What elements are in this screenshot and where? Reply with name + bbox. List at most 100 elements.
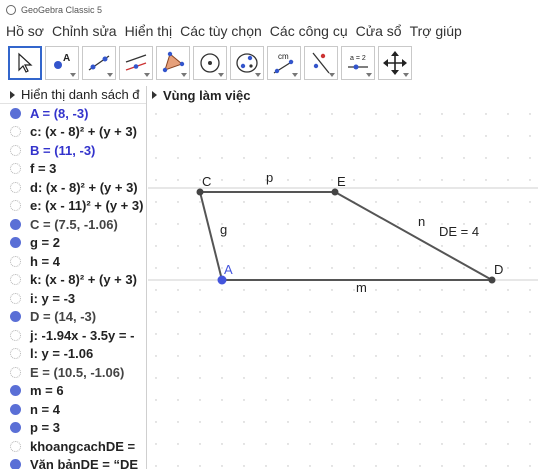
reflect-tool-button[interactable] xyxy=(304,46,338,80)
algebra-row[interactable]: Văn bảnDE = “DE xyxy=(0,456,146,469)
visibility-toggle-icon[interactable] xyxy=(10,292,21,304)
visibility-toggle-icon[interactable] xyxy=(10,366,21,378)
algebra-row[interactable]: e: (x - 11)² + (y + 3) xyxy=(0,197,146,216)
grid-dot xyxy=(441,245,443,247)
grid-dot xyxy=(287,311,289,313)
grid-dot xyxy=(309,421,311,423)
grid-dot xyxy=(309,465,311,467)
algebra-row-text: f = 3 xyxy=(30,161,57,177)
visibility-toggle-icon[interactable] xyxy=(10,107,21,119)
visibility-toggle-icon[interactable] xyxy=(10,126,21,138)
move-view-tool-button[interactable] xyxy=(378,46,412,80)
algebra-row[interactable]: c: (x - 8)² + (y + 3) xyxy=(0,123,146,142)
algebra-row[interactable]: m = 6 xyxy=(0,382,146,401)
algebra-row[interactable]: C = (7.5, -1.06) xyxy=(0,215,146,234)
menu-edit[interactable]: Chỉnh sửa xyxy=(52,23,117,39)
algebra-row-text: C = (7.5, -1.06) xyxy=(30,216,118,232)
menu-options[interactable]: Các tùy chọn xyxy=(180,23,262,39)
point-D[interactable] xyxy=(488,276,496,284)
algebra-row[interactable]: l: y = -1.06 xyxy=(0,345,146,364)
visibility-toggle-icon[interactable] xyxy=(10,403,21,415)
algebra-view-header[interactable]: Hiển thị danh sách đ xyxy=(0,86,146,104)
polygon-tool-button[interactable] xyxy=(156,46,190,80)
grid-dot xyxy=(309,201,311,203)
conic-tool-button[interactable] xyxy=(230,46,264,80)
visibility-toggle-icon[interactable] xyxy=(10,385,21,397)
visibility-toggle-icon[interactable] xyxy=(10,311,21,323)
graphics-view[interactable]: Vùng làm việc C E p g n DE = 4 A D m xyxy=(148,86,538,469)
distance-text-DE[interactable]: DE = 4 xyxy=(439,224,479,239)
grid-dot xyxy=(397,245,399,247)
grid-dot xyxy=(463,421,465,423)
visibility-toggle-icon[interactable] xyxy=(10,144,21,156)
grid-dot xyxy=(353,465,355,467)
algebra-row[interactable]: E = (10.5, -1.06) xyxy=(0,363,146,382)
visibility-toggle-icon[interactable] xyxy=(10,422,21,434)
algebra-row[interactable]: d: (x - 8)² + (y + 3) xyxy=(0,178,146,197)
algebra-row[interactable]: i: y = -3 xyxy=(0,289,146,308)
slider-tool-button[interactable]: a = 2 xyxy=(341,46,375,80)
visibility-toggle-icon[interactable] xyxy=(10,255,21,267)
grid-dot xyxy=(177,223,179,225)
grid-dot xyxy=(265,245,267,247)
grid-dot xyxy=(199,443,201,445)
visibility-toggle-icon[interactable] xyxy=(10,329,21,341)
visibility-toggle-icon[interactable] xyxy=(10,218,21,230)
algebra-row[interactable]: f = 3 xyxy=(0,160,146,179)
grid-dot xyxy=(155,377,157,379)
algebra-row[interactable]: khoangcachDE = xyxy=(0,437,146,456)
grid-dot xyxy=(507,113,509,115)
grid-dot xyxy=(419,201,421,203)
algebra-row[interactable]: h = 4 xyxy=(0,252,146,271)
segment-g[interactable] xyxy=(199,191,223,281)
circle-tool-button[interactable] xyxy=(193,46,227,80)
graphics-canvas[interactable]: C E p g n DE = 4 A D m xyxy=(148,104,538,469)
graphics-view-header[interactable]: Vùng làm việc xyxy=(148,86,538,104)
grid-dot xyxy=(507,223,509,225)
distance-tool-button[interactable]: cm xyxy=(267,46,301,80)
point-C[interactable] xyxy=(196,188,204,196)
algebra-view[interactable]: Hiển thị danh sách đ A = (8, -3) c: (x - … xyxy=(0,86,147,469)
grid-dot xyxy=(155,311,157,313)
algebra-row[interactable]: B = (11, -3) xyxy=(0,141,146,160)
grid-dot xyxy=(177,311,179,313)
algebra-row[interactable]: g = 2 xyxy=(0,234,146,253)
grid-dot xyxy=(507,421,509,423)
algebra-row[interactable]: A = (8, -3) xyxy=(0,104,146,123)
menu-tools[interactable]: Các công cụ xyxy=(270,23,348,39)
visibility-toggle-icon[interactable] xyxy=(10,274,21,286)
visibility-toggle-icon[interactable] xyxy=(10,348,21,360)
grid-dot xyxy=(243,443,245,445)
visibility-toggle-icon[interactable] xyxy=(10,440,21,452)
line-tool-button[interactable] xyxy=(82,46,116,80)
grid-dot xyxy=(287,245,289,247)
algebra-row[interactable]: n = 4 xyxy=(0,400,146,419)
visibility-toggle-icon[interactable] xyxy=(10,200,21,212)
visibility-toggle-icon[interactable] xyxy=(10,163,21,175)
algebra-row[interactable]: k: (x - 8)² + (y + 3) xyxy=(0,271,146,290)
expand-triangle-icon[interactable] xyxy=(10,90,15,99)
visibility-toggle-icon[interactable] xyxy=(10,237,21,249)
grid-dot xyxy=(287,333,289,335)
menu-window[interactable]: Cửa sổ xyxy=(356,23,402,39)
move-tool-button[interactable] xyxy=(8,46,42,80)
point-tool-button[interactable]: A xyxy=(45,46,79,80)
expand-triangle-icon[interactable] xyxy=(152,91,157,99)
algebra-row[interactable]: j: -1.94x - 3.5y = - xyxy=(0,326,146,345)
grid-dot xyxy=(155,179,157,181)
menu-file[interactable]: Hồ sơ xyxy=(6,23,44,39)
visibility-toggle-icon[interactable] xyxy=(10,459,21,469)
grid-dot xyxy=(485,421,487,423)
grid-dot xyxy=(155,113,157,115)
menu-help[interactable]: Trợ giúp xyxy=(410,23,462,39)
grid-dot xyxy=(287,113,289,115)
grid-dot xyxy=(287,201,289,203)
graphics-view-title: Vùng làm việc xyxy=(163,87,251,103)
grid-dot xyxy=(265,135,267,137)
menu-view[interactable]: Hiển thị xyxy=(125,23,172,39)
point-E[interactable] xyxy=(331,188,339,196)
visibility-toggle-icon[interactable] xyxy=(10,181,21,193)
algebra-row[interactable]: p = 3 xyxy=(0,419,146,438)
perpendicular-tool-button[interactable] xyxy=(119,46,153,80)
algebra-row[interactable]: D = (14, -3) xyxy=(0,308,146,327)
